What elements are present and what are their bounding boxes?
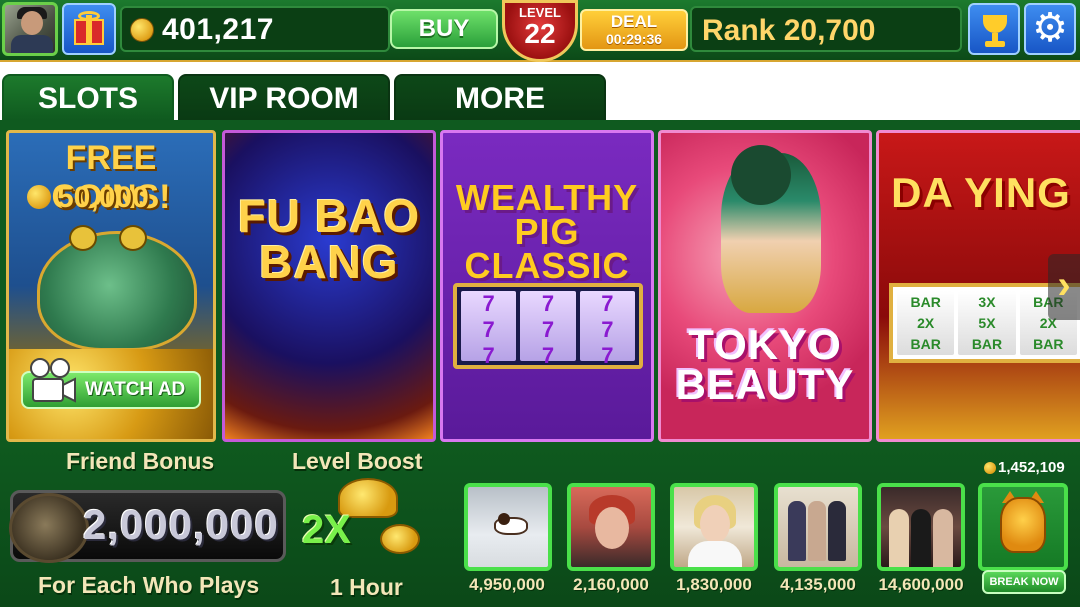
player-avatar[interactable] [2, 2, 58, 56]
deal-label: DEAL [610, 12, 658, 31]
watch-ad-label: WATCH AD [85, 379, 186, 400]
friend-bonus-amount: 2,000,000 [83, 501, 279, 548]
deal-button[interactable]: DEAL 00:29:36 [580, 9, 688, 51]
trophy-icon[interactable] [968, 3, 1020, 55]
break-now-button[interactable]: BREAK NOW [982, 570, 1066, 594]
content-border [0, 120, 1080, 130]
game-card-fu-bao-bang[interactable]: FU BAO BANG [222, 130, 436, 442]
geisha-hair [731, 145, 791, 205]
game-title: WEALTHY PIG CLASSIC [455, 177, 639, 286]
coin-icon [984, 462, 996, 474]
film-camera-icon [30, 358, 76, 403]
coin-icon [27, 185, 51, 209]
friend-bonus-subtitle: For Each Who Plays [38, 572, 260, 598]
game-title: DA YING [891, 169, 1071, 216]
money-frog-image [37, 231, 197, 351]
friend-coin-value: 4,950,000 [469, 575, 545, 594]
free-coins-card[interactable]: FREE COINS! 50,000 WATCH AD [6, 130, 216, 442]
tab-more-games[interactable]: MORE GAMES [394, 74, 606, 161]
friend-bonus-title: Friend Bonus [66, 448, 215, 474]
game-title: TOKYO BEAUTY [675, 321, 855, 408]
friend-coin-value: 14,600,000 [878, 575, 964, 594]
free-coins-amount: 50,000 [57, 181, 149, 214]
friend-avatar[interactable] [877, 483, 965, 571]
frog-eye [119, 225, 147, 251]
coin-icon [130, 18, 154, 42]
game-title: FU BAO BANG [237, 190, 421, 288]
friend-avatar[interactable] [464, 483, 552, 571]
watch-ad-button[interactable]: WATCH AD [21, 358, 201, 409]
friend-avatar[interactable] [774, 483, 862, 571]
frog-eye [69, 225, 97, 251]
buy-button[interactable]: BUY [390, 9, 498, 49]
level-boost-title: Level Boost [292, 448, 423, 474]
friend-coin-value: 1,830,000 [676, 575, 752, 594]
coin-amount: 401,217 [162, 13, 274, 46]
level-boost-button[interactable]: 2X [298, 478, 426, 574]
game-card-tokyo-beauty[interactable]: TOKYO BEAUTY [658, 130, 872, 442]
lucky-cat-icon [1000, 497, 1046, 553]
gold-ingot-icon [380, 524, 420, 554]
gear-icon[interactable]: ⚙ [1024, 3, 1076, 55]
deal-timer: 00:29:36 [605, 31, 663, 47]
game-card-wealthy-pig[interactable]: WEALTHY PIG CLASSIC 777 777 777 [440, 130, 654, 442]
top-bar: 401,217 BUY LEVEL 22 DEAL 00:29:36 Rank … [0, 0, 1080, 62]
slot-reels: 777 777 777 [453, 283, 643, 369]
coin-balance: 401,217 [120, 6, 390, 52]
friend-coin-value: 4,135,000 [780, 575, 856, 594]
gift-icon[interactable] [62, 3, 116, 55]
coin-pile-icon [9, 493, 89, 563]
level-boost-multiplier: 2X [302, 508, 351, 552]
tab-slots[interactable]: SLOTS [2, 74, 174, 122]
lucky-cat-bank[interactable] [978, 483, 1068, 571]
tab-vip-room[interactable]: VIP ROOM [178, 74, 390, 122]
friend-coin-value: 2,160,000 [573, 575, 649, 594]
level-badge[interactable]: LEVEL 22 [502, 0, 578, 62]
level-boost-duration: 1 Hour [330, 574, 403, 600]
scroll-right-arrow-icon[interactable]: › [1048, 254, 1080, 320]
friend-bonus-button[interactable]: 2,000,000 [9, 490, 286, 563]
level-number: 22 [524, 18, 556, 49]
rank-display: Rank 20,700 [690, 6, 962, 52]
piggy-bank-amount: 1,452,109 [998, 459, 1065, 476]
friend-avatar[interactable] [567, 483, 655, 571]
rank-text: Rank 20,700 [702, 14, 876, 47]
friend-avatar[interactable] [670, 483, 758, 571]
